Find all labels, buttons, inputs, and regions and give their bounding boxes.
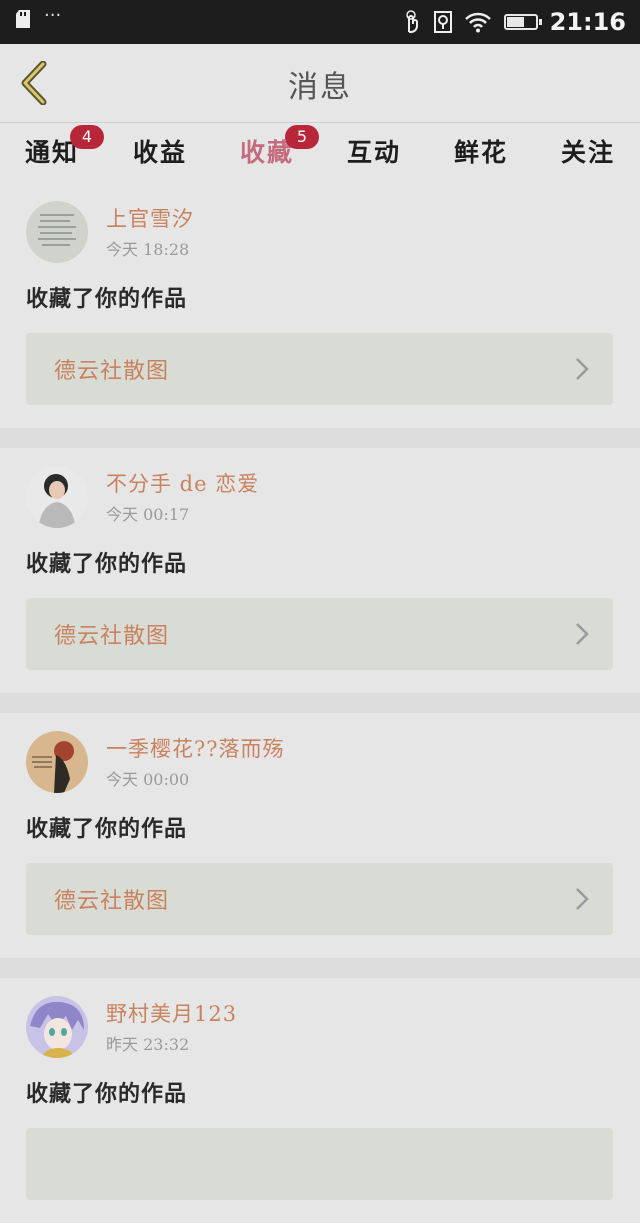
avatar[interactable] (26, 731, 88, 793)
chevron-right-icon (576, 358, 589, 380)
list-item: 一季樱花??落而殇 今天 00:00 收藏了你的作品 德云社散图 (0, 713, 640, 958)
tab-notifications[interactable]: 通知 4 (10, 125, 104, 177)
battery-icon (503, 14, 542, 30)
work-title: 德云社散图 (54, 359, 170, 384)
timestamp: 今天 00:00 (106, 770, 190, 789)
timestamp: 今天 18:28 (106, 240, 190, 259)
page-title: 消息 (288, 70, 352, 105)
list-item: 不分手 de 恋爱 今天 00:17 收藏了你的作品 德云社散图 (0, 448, 640, 693)
tab-following[interactable]: 关注 (546, 133, 630, 177)
tab-flowers[interactable]: 鲜花 (439, 133, 523, 177)
tab-bar: 通知 4 收益 收藏 5 互动 鲜花 关注 (0, 123, 640, 186)
action-text: 收藏了你的作品 (26, 551, 188, 577)
app-header: 消息 (0, 44, 640, 123)
action-text: 收藏了你的作品 (26, 1081, 188, 1107)
work-link[interactable] (26, 1128, 613, 1200)
status-bar: ··· 21:16 (0, 0, 640, 44)
touch-icon (405, 10, 418, 33)
tab-earnings[interactable]: 收益 (118, 133, 202, 177)
divider (0, 693, 640, 713)
user-name[interactable]: 上官雪汐 (106, 203, 194, 233)
tab-interactions[interactable]: 互动 (332, 133, 416, 177)
divider (0, 428, 640, 448)
tab-label: 收益 (132, 138, 187, 167)
list-item: 上官雪汐 今天 18:28 收藏了你的作品 德云社散图 (0, 183, 640, 428)
user-name[interactable]: 一季樱花??落而殇 (106, 733, 285, 763)
timestamp: 昨天 23:32 (106, 1035, 190, 1054)
wifi-icon (464, 12, 491, 33)
divider (0, 958, 640, 978)
sd-card-icon (16, 10, 30, 28)
work-title: 德云社散图 (54, 889, 170, 914)
user-name[interactable]: 不分手 de 恋爱 (106, 468, 259, 498)
work-title: 德云社散图 (54, 624, 170, 649)
avatar[interactable] (26, 466, 88, 528)
tab-favorites[interactable]: 收藏 5 (225, 125, 319, 186)
action-text: 收藏了你的作品 (26, 816, 188, 842)
location-icon (433, 11, 452, 33)
tab-label: 鲜花 (453, 138, 508, 167)
chevron-right-icon (576, 623, 589, 645)
list-item: 野村美月123 昨天 23:32 收藏了你的作品 (0, 978, 640, 1223)
tab-label: 关注 (560, 138, 615, 167)
timestamp: 今天 00:17 (106, 505, 190, 524)
avatar[interactable] (26, 996, 88, 1058)
unread-badge: 5 (285, 125, 319, 149)
avatar[interactable] (26, 201, 88, 263)
user-name[interactable]: 野村美月123 (106, 998, 237, 1028)
work-link[interactable]: 德云社散图 (26, 863, 613, 935)
chevron-right-icon (576, 888, 589, 910)
work-link[interactable]: 德云社散图 (26, 333, 613, 405)
tab-label: 互动 (346, 138, 401, 167)
clock: 21:16 (549, 8, 626, 36)
work-link[interactable]: 德云社散图 (26, 598, 613, 670)
action-text: 收藏了你的作品 (26, 286, 188, 312)
more-notifications-icon: ··· (44, 5, 62, 26)
unread-badge: 4 (70, 125, 104, 149)
